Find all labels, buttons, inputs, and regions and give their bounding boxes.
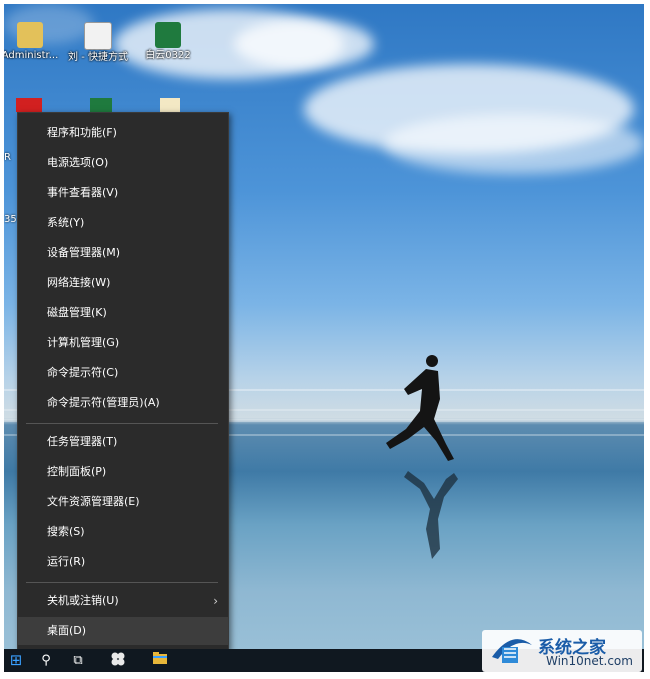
menu-item-event-viewer[interactable]: 事件查看器(V): [18, 179, 228, 207]
desktop-icon-administrator[interactable]: Administr...: [4, 22, 60, 62]
menu-item-device-manager[interactable]: 设备管理器(M): [18, 239, 228, 267]
cloud: [234, 19, 374, 69]
menu-item-task-manager[interactable]: 任务管理器(T): [18, 428, 228, 456]
menu-item-search[interactable]: 搜索(S): [18, 518, 228, 546]
menu-item-command-prompt[interactable]: 命令提示符(C): [18, 359, 228, 387]
menu-item-power-options[interactable]: 电源选项(O): [18, 149, 228, 177]
shortcut-icon: [84, 22, 112, 50]
cloud: [384, 114, 644, 174]
menu-item-disk-management[interactable]: 磁盘管理(K): [18, 299, 228, 327]
watermark-logo: 系统之家 Win10net.com: [482, 630, 642, 672]
menu-separator: [26, 582, 218, 583]
menu-item-computer-management[interactable]: 计算机管理(G): [18, 329, 228, 357]
task-view-icon[interactable]: ⧉: [68, 651, 88, 670]
desktop-icon-excel-file[interactable]: 白云0322: [138, 22, 198, 62]
pinned-app-icon[interactable]: [108, 651, 128, 670]
start-button-windows-icon[interactable]: ⊞: [6, 651, 26, 670]
menu-item-control-panel[interactable]: 控制面板(P): [18, 458, 228, 486]
menu-item-command-prompt-admin[interactable]: 命令提示符(管理员)(A): [18, 389, 228, 417]
menu-item-programs-features[interactable]: 程序和功能(F): [18, 119, 228, 147]
pinned-explorer-icon[interactable]: [150, 651, 170, 670]
desktop-icon-label-fragment: R: [4, 152, 11, 163]
search-icon[interactable]: ⚲: [36, 651, 56, 670]
watermark-url: Win10net.com: [546, 654, 633, 668]
menu-item-label: 关机或注销(U): [47, 594, 119, 607]
chevron-right-icon: ›: [213, 594, 218, 608]
winx-context-menu: 程序和功能(F) 电源选项(O) 事件查看器(V) 系统(Y) 设备管理器(M)…: [17, 112, 229, 651]
menu-item-run[interactable]: 运行(R): [18, 548, 228, 576]
desktop-icon-shortcut[interactable]: 刘 - 快捷方式: [68, 22, 128, 64]
user-folder-icon: [17, 22, 43, 48]
runner-silhouette: [386, 355, 458, 559]
menu-separator: [26, 423, 218, 424]
desktop-side-label: 35: [4, 214, 17, 225]
watermark-logo-icon: [492, 639, 532, 663]
menu-item-desktop[interactable]: 桌面(D): [18, 617, 228, 645]
desktop-icon-red-app[interactable]: [16, 98, 42, 112]
menu-item-system[interactable]: 系统(Y): [18, 209, 228, 237]
excel-icon: [155, 22, 181, 48]
menu-item-network-connections[interactable]: 网络连接(W): [18, 269, 228, 297]
menu-item-file-explorer[interactable]: 文件资源管理器(E): [18, 488, 228, 516]
menu-item-shutdown-signout[interactable]: 关机或注销(U) ›: [18, 587, 228, 615]
